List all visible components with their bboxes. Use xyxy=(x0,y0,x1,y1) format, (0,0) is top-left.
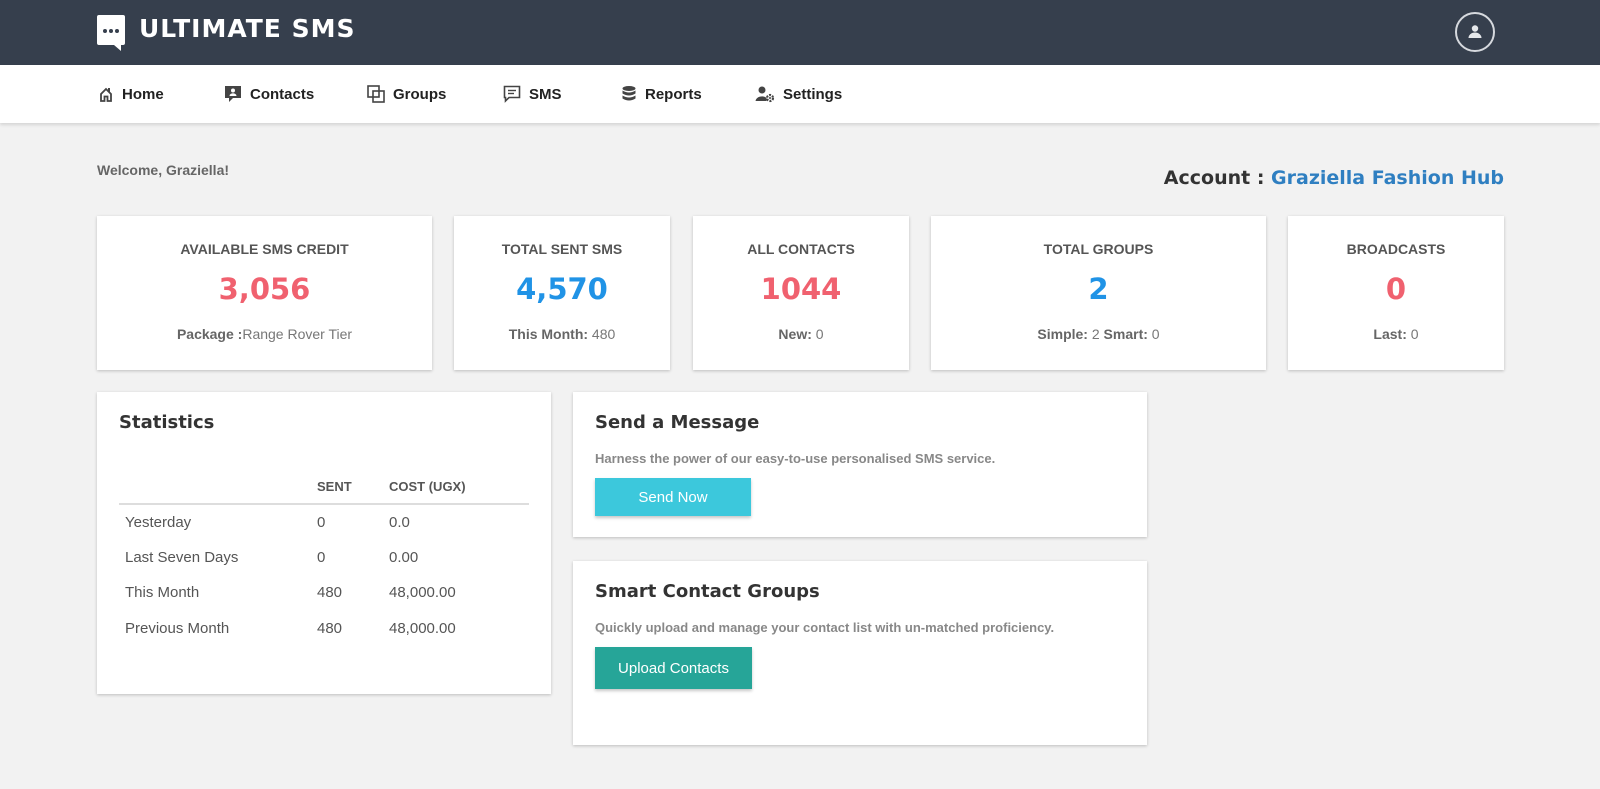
stat-sub: Last: 0 xyxy=(1288,326,1504,342)
home-icon xyxy=(100,87,112,102)
table-cell: 48,000.00 xyxy=(389,619,456,637)
send-message-panel: Send a Message Harness the power of our … xyxy=(573,392,1147,537)
stat-sub-value: Range Rover Tier xyxy=(242,326,353,342)
stat-sub: Package :Range Rover Tier xyxy=(97,326,432,342)
panel-title: Send a Message xyxy=(595,412,760,433)
user-gear-icon xyxy=(755,86,775,103)
stat-sub-label-2: Smart: xyxy=(1103,326,1148,342)
account-name[interactable]: Graziella Fashion Hub xyxy=(1271,167,1504,189)
stat-card-total-groups: TOTAL GROUPS 2 Simple: 2 Smart: 0 xyxy=(931,216,1266,370)
panel-description: Harness the power of our easy-to-use per… xyxy=(595,451,996,466)
table-cell: Yesterday xyxy=(125,513,192,531)
smart-groups-panel: Smart Contact Groups Quickly upload and … xyxy=(573,561,1147,745)
nav-home[interactable]: Home xyxy=(98,65,164,123)
nav-label: Reports xyxy=(645,85,702,103)
stat-sub-value: 2 xyxy=(1087,326,1104,342)
stat-sub-label: Package : xyxy=(176,326,243,342)
table-cell: 0.00 xyxy=(389,548,419,566)
nav-label: Groups xyxy=(393,85,447,103)
account-label: Account : xyxy=(1163,167,1272,189)
table-header-row: SENT COST (UGX) xyxy=(119,470,529,505)
panel-description: Quickly upload and manage your contact l… xyxy=(595,620,1055,635)
main-nav: Home Contacts Groups SMS Reports Setting… xyxy=(0,65,1600,123)
stat-value: 1044 xyxy=(760,272,842,306)
stat-label: AVAILABLE SMS CREDIT xyxy=(180,241,349,257)
table-cell: Last Seven Days xyxy=(125,548,239,566)
stat-label: BROADCASTS xyxy=(1346,241,1446,257)
nav-label: Settings xyxy=(783,85,843,103)
column-header: SENT xyxy=(317,470,389,505)
nav-label: Home xyxy=(122,85,164,103)
nav-contacts[interactable]: Contacts xyxy=(224,65,314,123)
stat-sub-value: 0 xyxy=(811,326,824,342)
nav-label: Contacts xyxy=(250,85,315,103)
stat-card-total-sent: TOTAL SENT SMS 4,570 This Month: 480 xyxy=(454,216,670,370)
stat-value: 3,056 xyxy=(218,272,311,306)
message-icon xyxy=(503,85,521,103)
table-row: Yesterday 0 0.0 xyxy=(119,504,529,540)
stat-sub-value-2: 0 xyxy=(1147,326,1160,342)
table-cell: 0 xyxy=(317,513,326,531)
stat-label: TOTAL GROUPS xyxy=(1043,241,1154,257)
nav-label: SMS xyxy=(529,85,562,103)
nav-settings[interactable]: Settings xyxy=(755,65,842,123)
statistics-panel: Statistics SENT COST (UGX) Yesterday 0 0… xyxy=(97,392,551,694)
stat-sub: New: 0 xyxy=(693,326,909,342)
stat-sub-label: Last: xyxy=(1373,326,1407,342)
stat-label: TOTAL SENT SMS xyxy=(501,241,623,257)
table-cell: This Month xyxy=(125,584,200,602)
panel-title: Statistics xyxy=(119,412,215,433)
database-icon xyxy=(622,86,636,101)
groups-icon xyxy=(367,85,385,103)
stat-card-sms-credit: AVAILABLE SMS CREDIT 3,056 Package :Rang… xyxy=(97,216,432,370)
nav-sms[interactable]: SMS xyxy=(503,65,562,123)
user-circle-icon[interactable] xyxy=(1455,12,1495,52)
stat-sub-label: This Month: xyxy=(508,326,589,342)
stat-sub-label: Simple: xyxy=(1037,326,1088,342)
stat-sub: Simple: 2 Smart: 0 xyxy=(931,326,1266,342)
stat-card-all-contacts: ALL CONTACTS 1044 New: 0 xyxy=(693,216,909,370)
stat-sub-value: 0 xyxy=(1406,326,1419,342)
table-cell: 480 xyxy=(317,619,343,637)
table-cell: 0.0 xyxy=(389,513,410,531)
send-now-button[interactable]: Send Now xyxy=(595,478,751,516)
welcome-message: Welcome, Graziella! xyxy=(97,162,230,178)
upload-contacts-button[interactable]: Upload Contacts xyxy=(595,647,752,689)
nav-reports[interactable]: Reports xyxy=(621,65,702,123)
stat-value: 4,570 xyxy=(516,272,608,306)
stat-sub-label: New: xyxy=(778,326,812,342)
column-header: COST (UGX) xyxy=(389,470,529,505)
stat-value: 0 xyxy=(1385,272,1407,306)
table-row: This Month 480 48,000.00 xyxy=(119,575,529,611)
nav-groups[interactable]: Groups xyxy=(367,65,446,123)
table-cell: 0 xyxy=(317,548,326,566)
stat-sub: This Month: 480 xyxy=(454,326,670,342)
chat-bubble-icon xyxy=(97,15,125,51)
table-cell: 480 xyxy=(317,584,343,602)
panel-title: Smart Contact Groups xyxy=(595,581,820,602)
column-header xyxy=(119,470,317,505)
table-cell: 48,000.00 xyxy=(389,584,456,602)
stat-card-broadcasts: BROADCASTS 0 Last: 0 xyxy=(1288,216,1504,370)
top-header: ULTIMATE SMS xyxy=(0,0,1600,65)
stat-sub-value: 480 xyxy=(588,326,616,342)
table-row: Previous Month 480 48,000.00 xyxy=(119,611,529,647)
stat-value: 2 xyxy=(1088,272,1109,306)
brand-name[interactable]: ULTIMATE SMS xyxy=(139,14,355,43)
table-row: Last Seven Days 0 0.00 xyxy=(119,540,529,576)
contact-card-icon xyxy=(225,86,241,102)
account-info: Account : Graziella Fashion Hub xyxy=(1164,167,1504,189)
table-cell: Previous Month xyxy=(125,619,230,637)
statistics-table: SENT COST (UGX) Yesterday 0 0.0 Last Sev… xyxy=(119,470,529,646)
stat-label: ALL CONTACTS xyxy=(747,241,855,257)
